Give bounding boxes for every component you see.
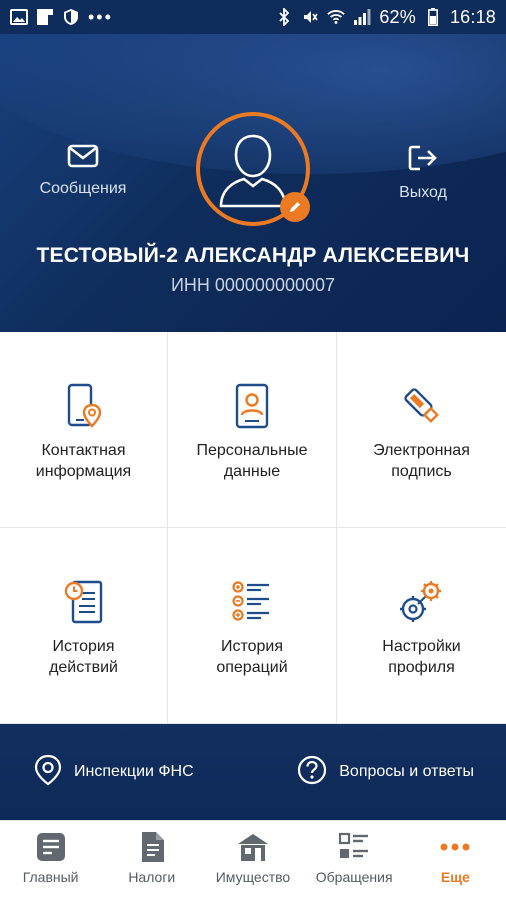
map-pin-icon xyxy=(34,754,62,791)
phone-location-icon xyxy=(60,382,108,430)
tile-action-history[interactable]: История действий xyxy=(0,528,168,724)
tile-label: Персональные данные xyxy=(196,442,308,480)
document-clock-icon xyxy=(60,578,108,626)
taxes-doc-icon xyxy=(138,831,166,863)
logout-icon xyxy=(358,144,488,172)
faq-link[interactable]: Вопросы и ответы xyxy=(297,755,474,790)
signal-icon xyxy=(353,9,371,25)
tile-label: История действий xyxy=(49,638,118,676)
nav-item-property[interactable]: Имущество xyxy=(202,831,303,885)
menu-grid: Контактная информация Персональные данны… xyxy=(0,332,506,724)
messages-label: Сообщения xyxy=(39,180,127,197)
user-name: ТЕСТОВЫЙ-2 АЛЕКСАНДР АЛЕКСЕЕВИЧ xyxy=(36,244,470,267)
nav-label: Еще xyxy=(440,869,470,885)
user-inn: ИНН 000000000007 xyxy=(170,275,336,295)
tile-profile-settings[interactable]: Настройки профиля xyxy=(337,528,506,724)
envelope-icon xyxy=(18,144,148,168)
logout-button[interactable]: Выход xyxy=(358,144,488,202)
nav-item-requests[interactable]: Обращения xyxy=(304,831,405,885)
image-icon xyxy=(10,9,28,25)
pencil-icon xyxy=(290,202,300,212)
requests-icon xyxy=(339,831,369,863)
status-bar: ••• 62% 16:18 xyxy=(0,0,506,34)
mute-icon xyxy=(301,9,319,25)
tile-personal-data[interactable]: Персональные данные xyxy=(168,332,337,528)
tile-label: Настройки профиля xyxy=(382,638,461,676)
messages-button[interactable]: Сообщения xyxy=(18,144,148,198)
nav-item-main[interactable]: Главный xyxy=(0,831,101,885)
clock: 16:18 xyxy=(449,6,496,27)
info-band: Инспекции ФНС Вопросы и ответы xyxy=(0,724,506,820)
faq-label: Вопросы и ответы xyxy=(339,763,474,780)
flipboard-icon xyxy=(36,9,54,25)
bottom-nav: Главный Налоги Имущество Обращения Еще xyxy=(0,820,506,900)
tile-e-signature[interactable]: Электронная подпись xyxy=(337,332,506,528)
battery-level: 62% xyxy=(379,6,416,27)
tile-contact-info[interactable]: Контактная информация xyxy=(0,332,168,528)
tile-label: Электронная подпись xyxy=(373,442,470,480)
nav-item-more[interactable]: Еще xyxy=(405,831,506,885)
shield-icon xyxy=(62,9,80,25)
wifi-icon xyxy=(327,9,346,25)
property-icon xyxy=(237,831,269,863)
usb-key-icon xyxy=(398,382,446,430)
nav-label: Имущество xyxy=(215,869,291,885)
edit-avatar-button[interactable] xyxy=(280,192,310,222)
nav-label: Налоги xyxy=(128,869,176,885)
battery-icon xyxy=(424,8,442,26)
logout-label: Выход xyxy=(399,184,447,201)
user-silhouette-icon xyxy=(219,134,287,208)
home-doc-icon xyxy=(36,831,66,863)
id-card-icon xyxy=(228,382,276,430)
operations-list-icon xyxy=(228,578,276,626)
nav-label: Обращения xyxy=(315,869,393,885)
bluetooth-icon xyxy=(275,8,293,26)
tile-label: Контактная информация xyxy=(35,442,132,480)
nav-label: Главный xyxy=(22,869,79,885)
question-icon xyxy=(297,755,327,790)
tile-operation-history[interactable]: История операций xyxy=(168,528,337,724)
fns-inspections-label: Инспекции ФНС xyxy=(74,763,194,780)
tile-label: История операций xyxy=(216,638,288,676)
avatar[interactable] xyxy=(196,112,310,226)
profile-header: Сообщения Выход ТЕСТОВЫЙ-2 АЛЕКСАНДР АЛЕ… xyxy=(0,34,506,332)
settings-icon xyxy=(398,578,446,626)
fns-inspections-link[interactable]: Инспекции ФНС xyxy=(34,754,194,791)
overflow-indicator: ••• xyxy=(88,6,113,27)
more-icon xyxy=(440,831,470,863)
nav-item-taxes[interactable]: Налоги xyxy=(101,831,202,885)
